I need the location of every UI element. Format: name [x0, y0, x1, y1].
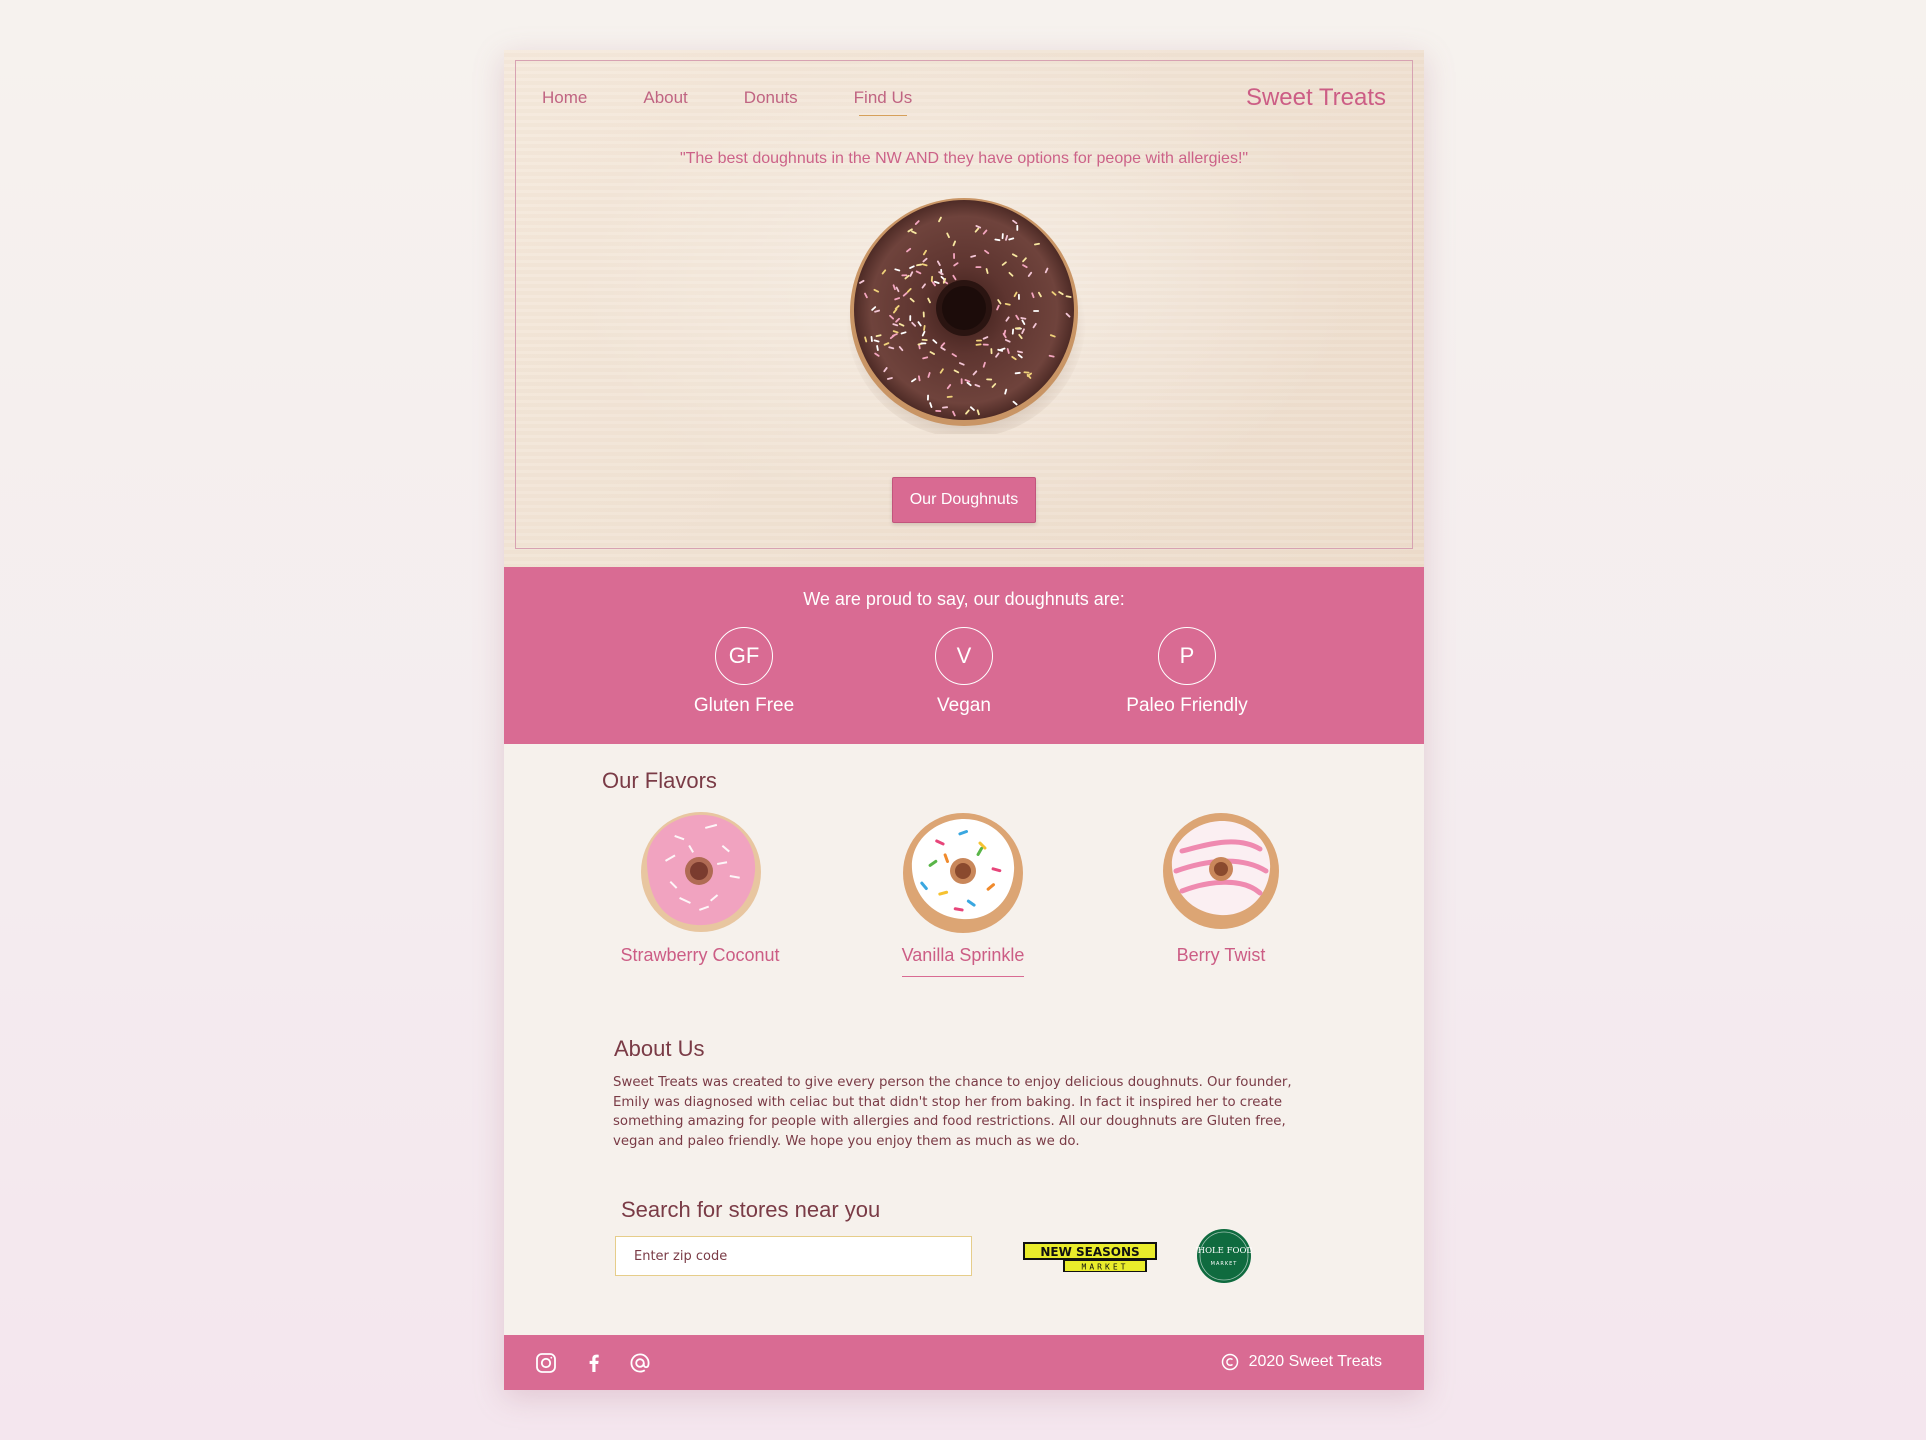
vanilla-sprinkle-donut-image	[898, 805, 1028, 935]
footer: 2020 Sweet Treats	[504, 1335, 1424, 1390]
sprinkle	[901, 274, 908, 277]
store-name: WHOLE FOODS	[1196, 1246, 1252, 1256]
flavor-berry-twist[interactable]: Berry Twist	[1111, 805, 1331, 976]
store-sub: MARKET	[1211, 1261, 1238, 1267]
sprinkle	[986, 378, 993, 381]
zip-code-input[interactable]	[615, 1236, 972, 1276]
paleo-badge-icon: P	[1158, 627, 1216, 685]
sprinkle	[922, 311, 925, 318]
store-sub: MARKET	[1082, 1263, 1129, 1272]
copyright: 2020 Sweet Treats	[1221, 1353, 1382, 1371]
flavor-vanilla-sprinkle[interactable]: Vanilla Sprinkle	[853, 805, 1073, 977]
flavors-title: Our Flavors	[602, 768, 717, 793]
page: Home About Donuts Find Us Sweet Treats "…	[504, 50, 1424, 1390]
berry-twist-donut-image	[1156, 805, 1286, 935]
sprinkle	[920, 342, 927, 345]
nav-link-donuts[interactable]: Donuts	[744, 88, 798, 116]
feature-paleo-friendly: P Paleo Friendly	[1107, 627, 1267, 717]
flavor-strawberry-coconut[interactable]: Strawberry Coconut	[590, 805, 810, 976]
facebook-icon[interactable]	[582, 1351, 606, 1375]
whole-foods-logo[interactable]: WHOLE FOODS MARKET	[1189, 1228, 1259, 1288]
features-band: We are proud to say, our doughnuts are: …	[504, 567, 1424, 744]
vegan-badge-icon: V	[935, 627, 993, 685]
flavor-label: Berry Twist	[1176, 945, 1266, 965]
nav-link-find-us[interactable]: Find Us	[854, 88, 912, 116]
copyright-icon	[1221, 1353, 1238, 1371]
sprinkle	[975, 339, 982, 342]
about-text: Sweet Treats was created to give every p…	[613, 1075, 1292, 1149]
nav-link-home[interactable]: Home	[542, 88, 587, 116]
feature-vegan: V Vegan	[884, 627, 1044, 717]
sprinkle	[909, 315, 912, 322]
hero-donut-image	[842, 190, 1086, 438]
gluten-free-badge-icon: GF	[715, 627, 773, 685]
feature-label: Paleo Friendly	[1126, 695, 1248, 716]
sprinkle	[960, 378, 963, 385]
hero-section: Home About Donuts Find Us Sweet Treats "…	[504, 50, 1424, 567]
flavor-label: Strawberry Coconut	[620, 945, 780, 965]
hero-quote: "The best doughnuts in the NW AND they h…	[679, 150, 1249, 167]
sprinkle	[990, 348, 993, 355]
sprinkle	[1016, 224, 1019, 231]
sprinkle	[1018, 293, 1020, 300]
our-doughnuts-button[interactable]: Our Doughnuts	[892, 477, 1036, 523]
sprinkle	[927, 394, 929, 401]
copyright-text: 2020 Sweet Treats	[1248, 1353, 1382, 1370]
instagram-icon[interactable]	[534, 1351, 558, 1375]
sprinkle	[953, 253, 955, 260]
feature-label: Vegan	[937, 695, 991, 716]
flavor-label: Vanilla Sprinkle	[901, 945, 1025, 977]
search-title: Search for stores near you	[621, 1197, 881, 1222]
brand-logo[interactable]: Sweet Treats	[1246, 84, 1386, 112]
main-nav: Home About Donuts Find Us	[542, 88, 968, 116]
about-title: About Us	[614, 1036, 705, 1061]
sprinkle	[1033, 310, 1040, 312]
features-title: We are proud to say, our doughnuts are:	[803, 589, 1125, 609]
sprinkle	[975, 266, 982, 268]
store-name: NEW SEASONS	[1040, 1245, 1139, 1259]
new-seasons-logo[interactable]: NEW SEASONS MARKET	[1023, 1240, 1157, 1278]
sprinkle	[982, 343, 989, 346]
feature-label: Gluten Free	[693, 695, 795, 716]
strawberry-coconut-donut-image	[635, 805, 765, 935]
at-sign-icon[interactable]	[628, 1351, 652, 1375]
nav-link-about[interactable]: About	[643, 88, 687, 116]
feature-gluten-free: GF Gluten Free	[664, 627, 824, 717]
